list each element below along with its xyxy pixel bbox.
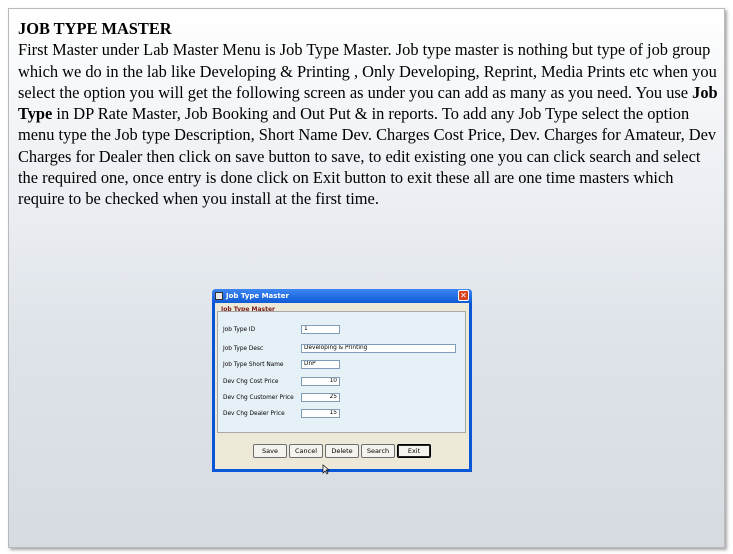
job-type-id-field[interactable]: 1: [301, 325, 340, 334]
job-type-desc-field[interactable]: Developing & Printing: [301, 344, 456, 353]
dev-chg-customer-price-field[interactable]: 25: [301, 393, 340, 402]
mouse-cursor-icon: [322, 464, 330, 475]
cancel-button[interactable]: Cancel: [289, 444, 323, 458]
job-type-short-name-field[interactable]: DnP: [301, 360, 340, 369]
dev-chg-dealer-price-field[interactable]: 15: [301, 409, 340, 418]
description-paragraph: First Master under Lab Master Menu is Jo…: [18, 39, 718, 209]
search-button[interactable]: Search: [361, 444, 395, 458]
exit-button[interactable]: Exit: [397, 444, 431, 458]
page-title: JOB TYPE MASTER: [18, 19, 172, 38]
save-button[interactable]: Save: [253, 444, 287, 458]
paragraph-part-2: in DP Rate Master, Job Booking and Out P…: [18, 104, 717, 209]
job-type-master-dialog: Job Type Master ✕ Job Type Master Job Ty…: [212, 289, 472, 472]
job-type-groupbox: Job Type ID 1 Job Type Desc Developing &…: [217, 311, 466, 433]
dialog-title: Job Type Master: [226, 292, 289, 300]
dialog-client-area: Job Type Master Job Type ID 1 Job Type D…: [215, 303, 469, 469]
dev-chg-dealer-price-label: Dev Chg Dealer Price: [223, 411, 285, 417]
paragraph-part-1: First Master under Lab Master Menu is Jo…: [18, 40, 717, 102]
job-type-short-name-label: Job Type Short Name: [223, 362, 284, 368]
text-block: JOB TYPE MASTER First Master under Lab M…: [18, 18, 718, 210]
delete-button[interactable]: Delete: [325, 444, 359, 458]
dev-chg-cost-price-field[interactable]: 10: [301, 377, 340, 386]
app-icon: [215, 292, 223, 300]
job-type-desc-label: Job Type Desc: [223, 346, 264, 352]
dev-chg-customer-price-label: Dev Chg Customer Price: [223, 395, 294, 401]
dev-chg-cost-price-label: Dev Chg Cost Price: [223, 379, 279, 385]
job-type-id-label: Job Type ID: [223, 327, 256, 333]
close-button[interactable]: ✕: [458, 290, 469, 301]
dialog-titlebar[interactable]: Job Type Master ✕: [212, 289, 472, 303]
button-bar: Save Cancel Delete Search Exit: [253, 444, 433, 458]
